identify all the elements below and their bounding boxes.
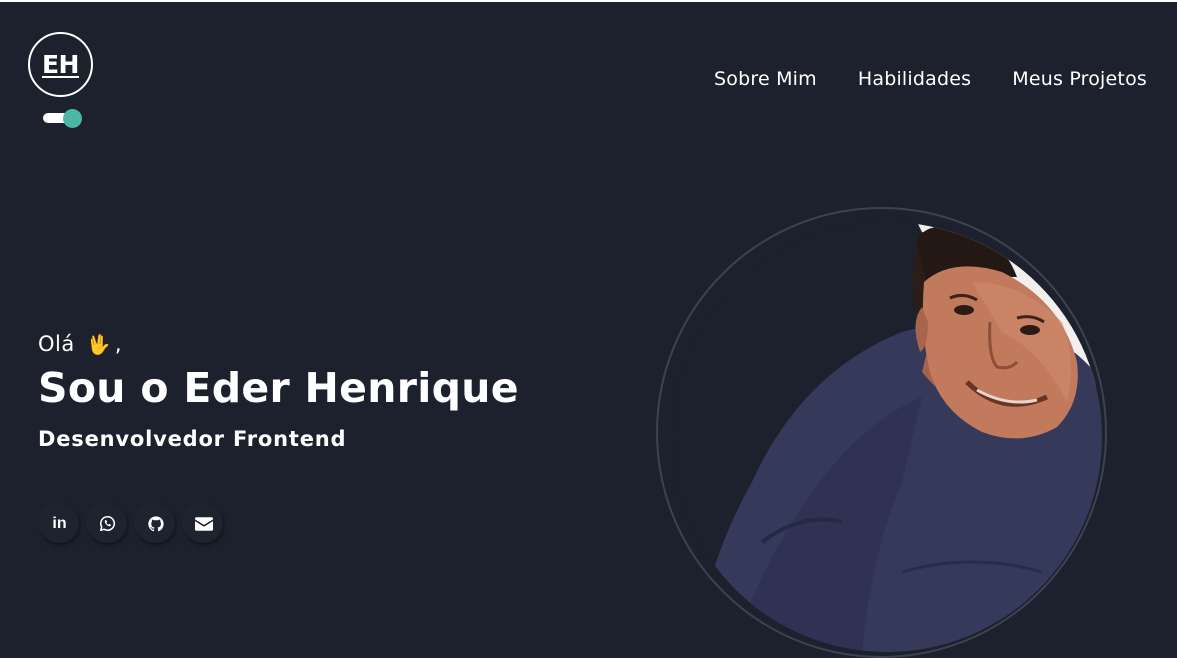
whatsapp-icon — [99, 515, 116, 532]
email-button[interactable] — [184, 504, 223, 543]
greeting-text: Olá — [38, 332, 75, 356]
hero-title: Sou o Eder Henrique — [38, 364, 519, 412]
hero: Olá 🖖 , Sou o Eder Henrique Desenvolvedo… — [38, 332, 519, 451]
greeting: Olá 🖖 , — [38, 332, 519, 356]
theme-toggle[interactable] — [43, 109, 82, 128]
toggle-knob — [63, 109, 82, 128]
logo-initials: EH — [41, 50, 80, 79]
whatsapp-button[interactable] — [88, 504, 127, 543]
hero-role: Desenvolvedor Frontend — [38, 427, 347, 452]
social-links: in — [40, 504, 223, 543]
linkedin-button[interactable]: in — [40, 504, 79, 543]
github-button[interactable] — [136, 504, 175, 543]
github-icon — [147, 515, 165, 533]
vulcan-salute-icon: 🖖 — [86, 333, 111, 356]
greeting-suffix: , — [114, 332, 123, 356]
linkedin-icon: in — [52, 514, 67, 532]
main-nav: Sobre Mim Habilidades Meus Projetos — [714, 68, 1147, 90]
profile-photo — [672, 222, 1102, 652]
envelope-icon — [194, 516, 213, 531]
nav-link-sobre-mim[interactable]: Sobre Mim — [714, 68, 817, 90]
nav-link-habilidades[interactable]: Habilidades — [858, 68, 971, 90]
logo[interactable]: EH — [28, 32, 93, 97]
nav-link-meus-projetos[interactable]: Meus Projetos — [1012, 68, 1147, 90]
